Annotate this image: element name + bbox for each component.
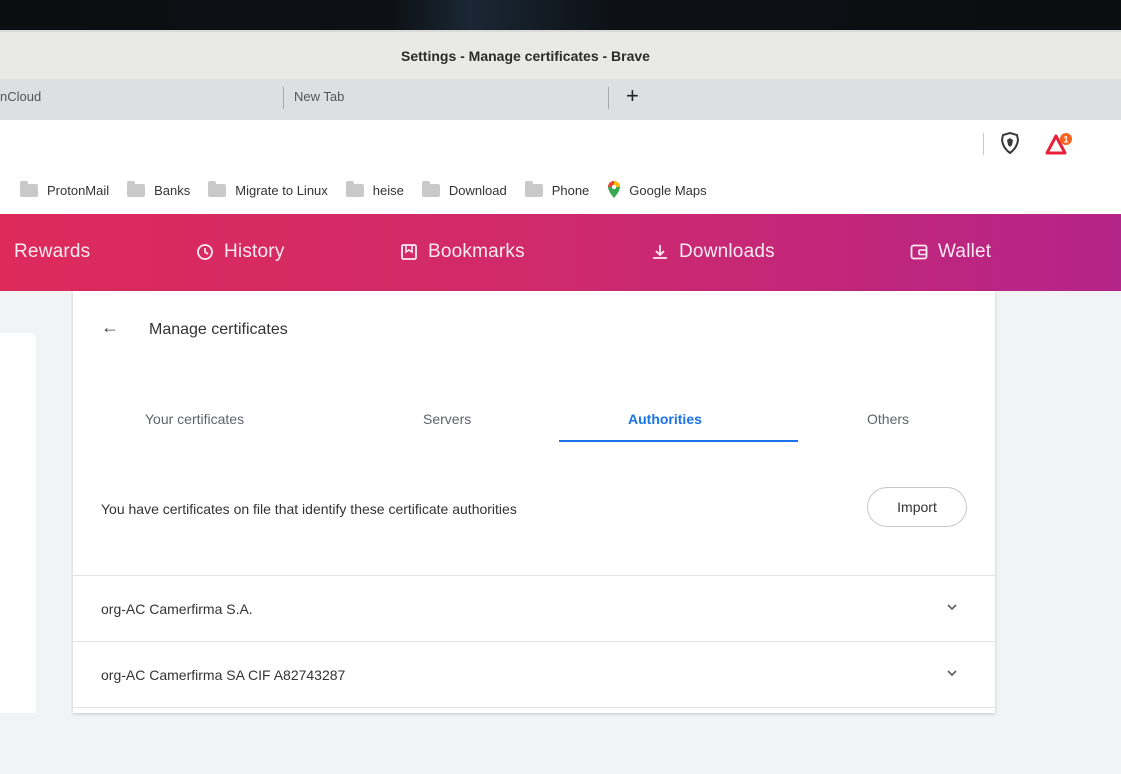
settings-sidebar bbox=[0, 333, 36, 713]
bookmarks-icon bbox=[400, 243, 428, 261]
desktop-top-strip bbox=[0, 0, 1121, 30]
nav-downloads[interactable]: Downloads bbox=[651, 241, 775, 263]
nav-wallet[interactable]: Wallet bbox=[910, 241, 991, 263]
chevron-down-icon[interactable] bbox=[946, 600, 958, 618]
nav-history[interactable]: History bbox=[196, 241, 285, 263]
brave-rewards-icon[interactable]: 1 bbox=[1045, 132, 1073, 161]
tab-divider bbox=[608, 87, 609, 109]
nav-bookmarks[interactable]: Bookmarks bbox=[400, 241, 525, 263]
tab-strip: nCloud New Tab + bbox=[0, 79, 1121, 120]
toolbar-divider bbox=[983, 133, 984, 155]
new-tab-button[interactable]: + bbox=[626, 83, 639, 109]
authority-label: org-AC Camerfirma S.A. bbox=[101, 601, 253, 617]
chevron-down-icon[interactable] bbox=[946, 666, 958, 684]
bookmark-label: Download bbox=[448, 182, 507, 198]
bookmark-label: Phone bbox=[551, 182, 590, 198]
bookmark-protonmail[interactable]: ProtonMail bbox=[20, 180, 110, 198]
bookmark-google-maps[interactable]: Google Maps bbox=[607, 181, 707, 199]
wallet-icon bbox=[910, 244, 938, 260]
nav-label: Bookmarks bbox=[428, 241, 525, 262]
folder-icon bbox=[421, 180, 440, 197]
back-arrow-icon[interactable]: ← bbox=[101, 317, 119, 338]
authority-row[interactable]: org-AC Camerfirma S.A. bbox=[73, 575, 995, 642]
nav-rewards[interactable]: Rewards bbox=[14, 241, 90, 263]
bookmark-heise[interactable]: heise bbox=[345, 180, 404, 198]
window-title: Settings - Manage certificates - Brave bbox=[401, 48, 650, 64]
authority-label: org-AC Camerfirma SA CIF A82743287 bbox=[101, 667, 346, 683]
page-title: Manage certificates bbox=[149, 321, 288, 338]
folder-icon bbox=[127, 180, 146, 197]
certificate-tabs: Your certificates Servers Authorities Ot… bbox=[73, 391, 995, 443]
bookmark-label: Google Maps bbox=[629, 182, 707, 198]
bookmark-migrate-to-linux[interactable]: Migrate to Linux bbox=[208, 180, 328, 198]
authorities-description: You have certificates on file that ident… bbox=[101, 501, 517, 517]
tab-others[interactable]: Others bbox=[867, 411, 909, 427]
bookmark-download[interactable]: Download bbox=[421, 180, 507, 198]
tab-your-certificates[interactable]: Your certificates bbox=[145, 411, 244, 427]
active-tab-indicator bbox=[559, 440, 798, 442]
history-icon bbox=[196, 243, 224, 261]
bookmark-phone[interactable]: Phone bbox=[524, 180, 590, 198]
maps-pin-icon bbox=[607, 181, 621, 199]
tab-servers[interactable]: Servers bbox=[423, 411, 471, 427]
download-icon bbox=[651, 243, 679, 261]
bookmark-label: ProtonMail bbox=[47, 182, 110, 198]
window-titlebar: Settings - Manage certificates - Brave bbox=[0, 30, 1121, 80]
authority-row[interactable] bbox=[73, 707, 995, 774]
tab-ncloud[interactable]: nCloud bbox=[0, 89, 41, 104]
tab-divider bbox=[283, 87, 284, 109]
folder-icon bbox=[20, 180, 38, 197]
folder-icon bbox=[524, 180, 543, 197]
bookmarks-bar: ProtonMail Banks Migrate to Linux heise … bbox=[0, 166, 1121, 214]
bookmark-label: heise bbox=[372, 182, 404, 198]
settings-nav-bar: Rewards History Bookmarks Downloads Wall… bbox=[0, 214, 1121, 291]
nav-label: History bbox=[224, 241, 285, 262]
browser-toolbar: 1 bbox=[0, 120, 1121, 166]
folder-icon bbox=[208, 180, 227, 197]
bookmark-label: Migrate to Linux bbox=[235, 182, 328, 198]
nav-label: Rewards bbox=[14, 241, 91, 262]
folder-icon bbox=[345, 180, 364, 197]
tab-new-tab[interactable]: New Tab bbox=[294, 89, 344, 104]
rewards-badge: 1 bbox=[1063, 135, 1068, 145]
manage-certificates-card: ← Manage certificates Your certificates … bbox=[73, 291, 995, 713]
nav-label: Downloads bbox=[679, 241, 775, 262]
import-button[interactable]: Import bbox=[867, 487, 967, 527]
nav-label: Wallet bbox=[938, 241, 992, 262]
tab-authorities[interactable]: Authorities bbox=[628, 411, 702, 427]
brave-shield-icon[interactable] bbox=[1000, 131, 1020, 159]
authority-row[interactable]: org-AC Camerfirma SA CIF A82743287 bbox=[73, 641, 995, 708]
bookmark-banks[interactable]: Banks bbox=[127, 180, 191, 198]
bookmark-label: Banks bbox=[154, 182, 191, 198]
settings-content: ← Manage certificates Your certificates … bbox=[0, 291, 1121, 713]
